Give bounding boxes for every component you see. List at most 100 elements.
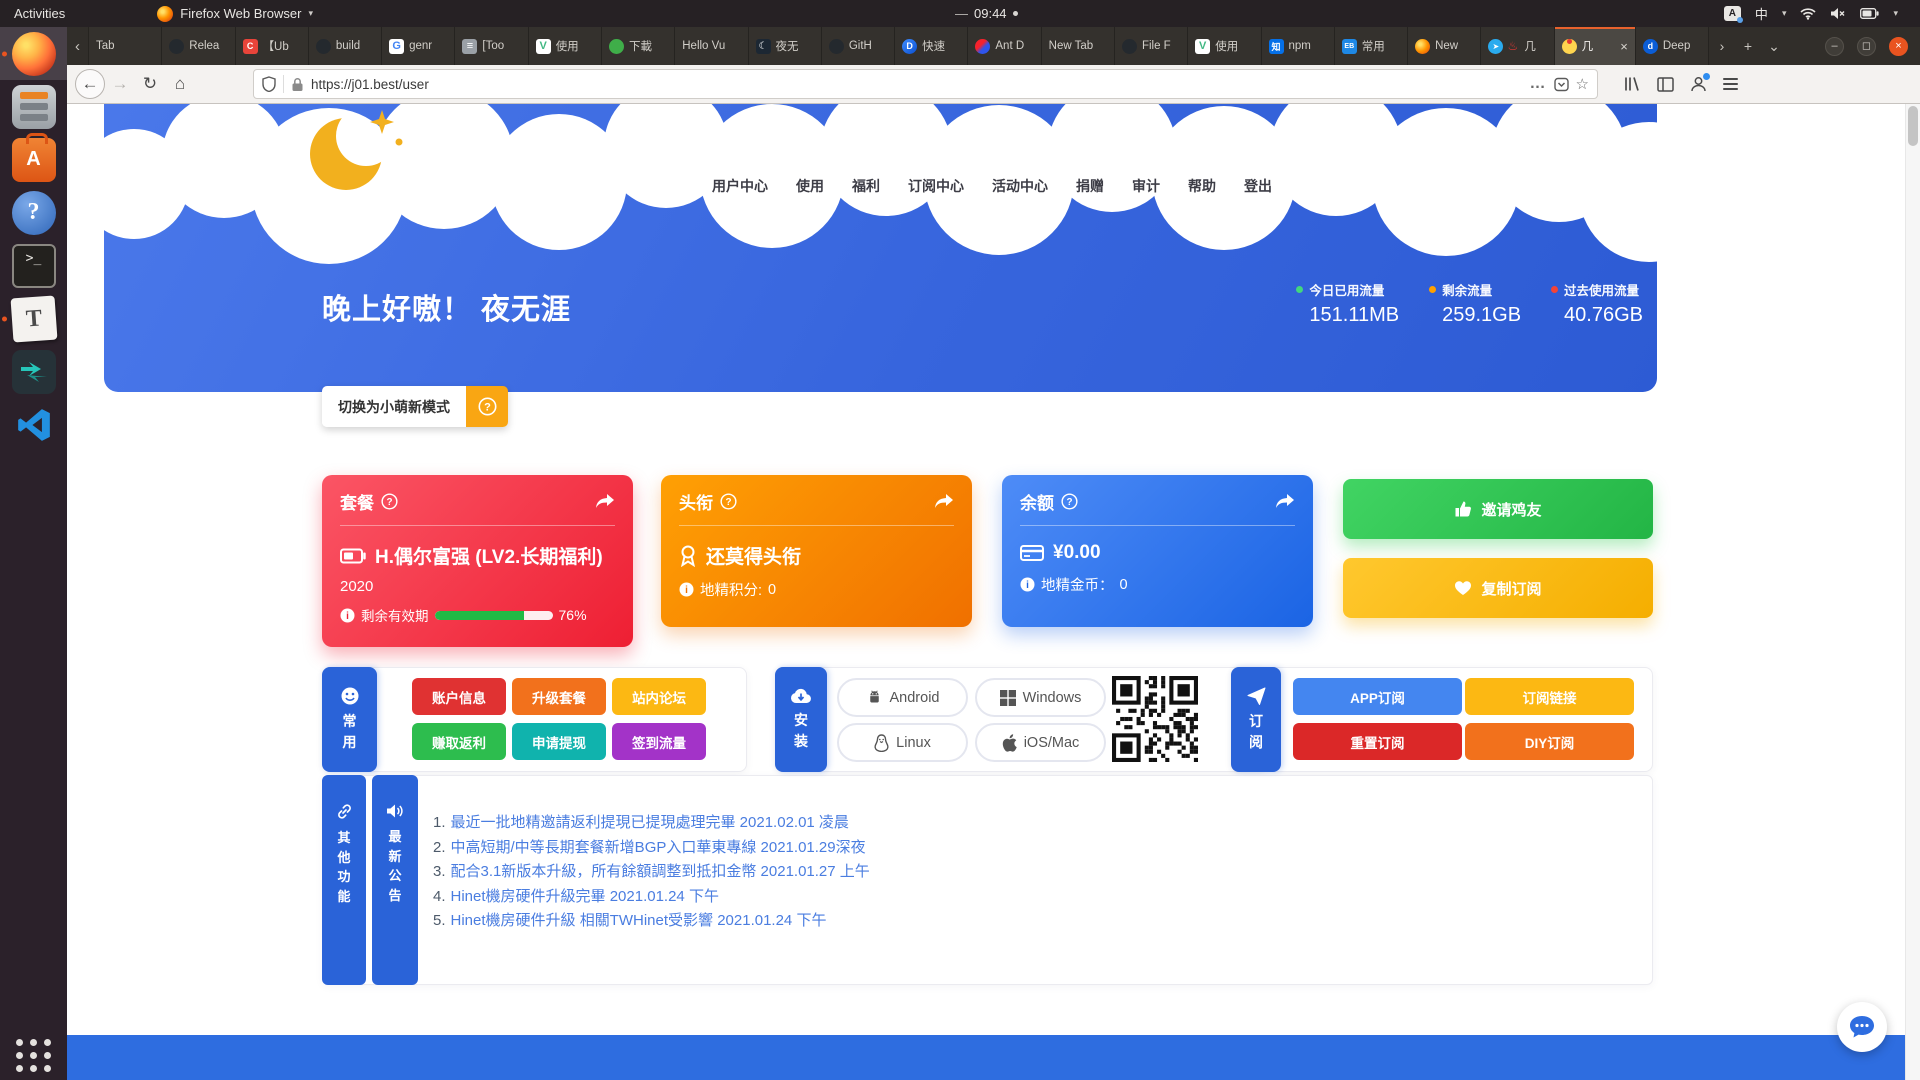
dock-item-terminal[interactable]: >_ <box>0 239 67 292</box>
mode-toggle-button[interactable]: 切换为小萌新模式 ? <box>322 386 508 427</box>
browser-tab[interactable]: New <box>1408 27 1481 65</box>
nav-link[interactable]: 用户中心 <box>712 176 768 196</box>
bookmark-star-icon[interactable]: ☆ <box>1576 75 1589 93</box>
browser-tab[interactable]: 下載 <box>602 27 675 65</box>
browser-tab[interactable]: V使用 <box>1188 27 1261 65</box>
quick-button[interactable]: 赚取返利 <box>412 723 506 760</box>
announcement-link[interactable]: 最近一批地精邀請返利提現已提現處理完畢 2021.02.01 凌晨 <box>451 814 849 831</box>
list-tabs-button[interactable]: ⌄ <box>1761 27 1787 65</box>
dock-item-dev-arrows[interactable] <box>0 345 67 398</box>
announcement-link[interactable]: Hinet機房硬件升級 相關TWHinet受影響 2021.01.24 下午 <box>451 912 827 929</box>
quick-tab[interactable]: 常用 <box>322 667 377 772</box>
subscribe-button[interactable]: APP订阅 <box>1293 678 1462 715</box>
question-circle-icon[interactable]: ? <box>381 493 398 510</box>
sidebar-icon[interactable] <box>1657 77 1674 92</box>
install-tab[interactable]: 安装 <box>775 667 827 772</box>
announcement-link[interactable]: Hinet機房硬件升級完畢 2021.01.24 下午 <box>451 888 719 905</box>
announcement-link[interactable]: 中高短期/中等長期套餐新增BGP入口華東專線 2021.01.29深夜 <box>451 839 866 856</box>
browser-tab[interactable]: ➤♨几 <box>1481 27 1554 65</box>
nav-link[interactable]: 帮助 <box>1188 176 1216 196</box>
browser-tab[interactable]: dDeep <box>1636 27 1709 65</box>
page-scrollbar[interactable] <box>1905 104 1920 1080</box>
quick-button[interactable]: 站内论坛 <box>612 678 706 715</box>
app-menu[interactable]: Firefox Web Browser ▾ <box>157 6 313 22</box>
platform-button-windows[interactable]: Windows <box>975 678 1106 717</box>
copy-subscription-button[interactable]: 复制订阅 <box>1343 558 1653 618</box>
quick-button[interactable]: 账户信息 <box>412 678 506 715</box>
invite-friends-button[interactable]: 邀请鸡友 <box>1343 479 1653 539</box>
show-applications-button[interactable] <box>0 1039 67 1072</box>
browser-tab[interactable]: Tab <box>89 27 162 65</box>
nav-link[interactable]: 捐赠 <box>1076 176 1104 196</box>
scrollbar-thumb[interactable] <box>1908 106 1918 146</box>
quick-button[interactable]: 申请提现 <box>512 723 606 760</box>
browser-tab[interactable]: Ggenr <box>382 27 455 65</box>
nav-link[interactable]: 活动中心 <box>992 176 1048 196</box>
browser-tab[interactable]: V使用 <box>529 27 602 65</box>
platform-button-apple[interactable]: iOS/Mac <box>975 723 1106 762</box>
menu-icon[interactable] <box>1723 78 1738 90</box>
quick-button[interactable]: 升级套餐 <box>512 678 606 715</box>
announcement-link[interactable]: 配合3.1新版本升級，所有餘額調整到抵扣金幣 2021.01.27 上午 <box>451 863 870 880</box>
dock-item-vscode[interactable] <box>0 398 67 451</box>
nav-link[interactable]: 使用 <box>796 176 824 196</box>
scroll-tabs-right-button[interactable]: › <box>1709 27 1735 65</box>
browser-tab[interactable]: ≡[Too <box>455 27 528 65</box>
browser-tab[interactable]: Ant D <box>968 27 1041 65</box>
lock-icon[interactable] <box>291 77 304 92</box>
tab-close-icon[interactable]: × <box>1620 39 1628 54</box>
share-icon[interactable] <box>1275 493 1295 510</box>
dock-item-files[interactable] <box>0 80 67 133</box>
nav-link[interactable]: 订阅中心 <box>908 176 964 196</box>
question-circle-icon[interactable]: ? <box>1061 493 1078 510</box>
dock-item-ubuntu-software[interactable]: A <box>0 133 67 186</box>
quick-button[interactable]: 签到流量 <box>612 723 706 760</box>
other-features-tab[interactable]: 其他功能 <box>322 775 366 985</box>
browser-tab[interactable]: 几× <box>1555 27 1636 65</box>
browser-tab[interactable]: build <box>309 27 382 65</box>
browser-tab[interactable]: GitH <box>822 27 895 65</box>
library-icon[interactable] <box>1624 76 1641 92</box>
url-text[interactable]: https://j01.best/user <box>311 77 1523 92</box>
scroll-tabs-left-button[interactable]: ‹ <box>67 27 89 65</box>
browser-tab[interactable]: Relea <box>162 27 235 65</box>
share-icon[interactable] <box>934 493 954 510</box>
browser-tab[interactable]: EB常用 <box>1335 27 1408 65</box>
nav-link[interactable]: 登出 <box>1244 176 1272 196</box>
chat-widget-button[interactable] <box>1837 1002 1887 1052</box>
shield-icon[interactable] <box>262 76 276 92</box>
activities-button[interactable]: Activities <box>0 6 79 21</box>
platform-button-android[interactable]: Android <box>837 678 968 717</box>
nav-link[interactable]: 审计 <box>1132 176 1160 196</box>
dock-item-help[interactable]: ? <box>0 186 67 239</box>
account-icon[interactable] <box>1690 76 1707 92</box>
dock-item-firefox[interactable] <box>0 27 67 80</box>
browser-tab[interactable]: ☾夜无 <box>749 27 822 65</box>
dock-item-text-editor[interactable]: T <box>0 292 67 345</box>
browser-tab[interactable]: D快速 <box>895 27 968 65</box>
maximize-button[interactable]: ◻ <box>1857 37 1876 56</box>
browser-tab[interactable]: Hello Vu <box>675 27 748 65</box>
subscribe-button[interactable]: 订阅链接 <box>1465 678 1634 715</box>
share-icon[interactable] <box>595 493 615 510</box>
clock[interactable]: — 09:44 <box>955 6 1018 21</box>
close-button[interactable]: × <box>1889 37 1908 56</box>
home-button[interactable]: ⌂ <box>165 69 195 99</box>
nav-link[interactable]: 福利 <box>852 176 880 196</box>
mode-toggle-help[interactable]: ? <box>466 386 508 427</box>
system-tray[interactable]: A 中 ▾ ▾ <box>1724 0 1898 27</box>
browser-tab[interactable]: C【Ub <box>236 27 309 65</box>
subscribe-button[interactable]: 重置订阅 <box>1293 723 1462 760</box>
minimize-button[interactable]: – <box>1825 37 1844 56</box>
browser-tab[interactable]: New Tab <box>1042 27 1115 65</box>
back-button[interactable]: ← <box>75 69 105 99</box>
reload-button[interactable]: ↻ <box>135 69 165 99</box>
browser-tab[interactable]: File F <box>1115 27 1188 65</box>
browser-tab[interactable]: 知npm <box>1262 27 1335 65</box>
question-circle-icon[interactable]: ? <box>720 493 737 510</box>
new-tab-button[interactable]: + <box>1735 27 1761 65</box>
url-bar[interactable]: https://j01.best/user … ☆ <box>253 69 1598 99</box>
subscribe-tab[interactable]: 订阅 <box>1231 667 1281 772</box>
latest-news-tab[interactable]: 最新公告 <box>372 775 418 985</box>
save-to-pocket-icon[interactable] <box>1554 77 1569 92</box>
